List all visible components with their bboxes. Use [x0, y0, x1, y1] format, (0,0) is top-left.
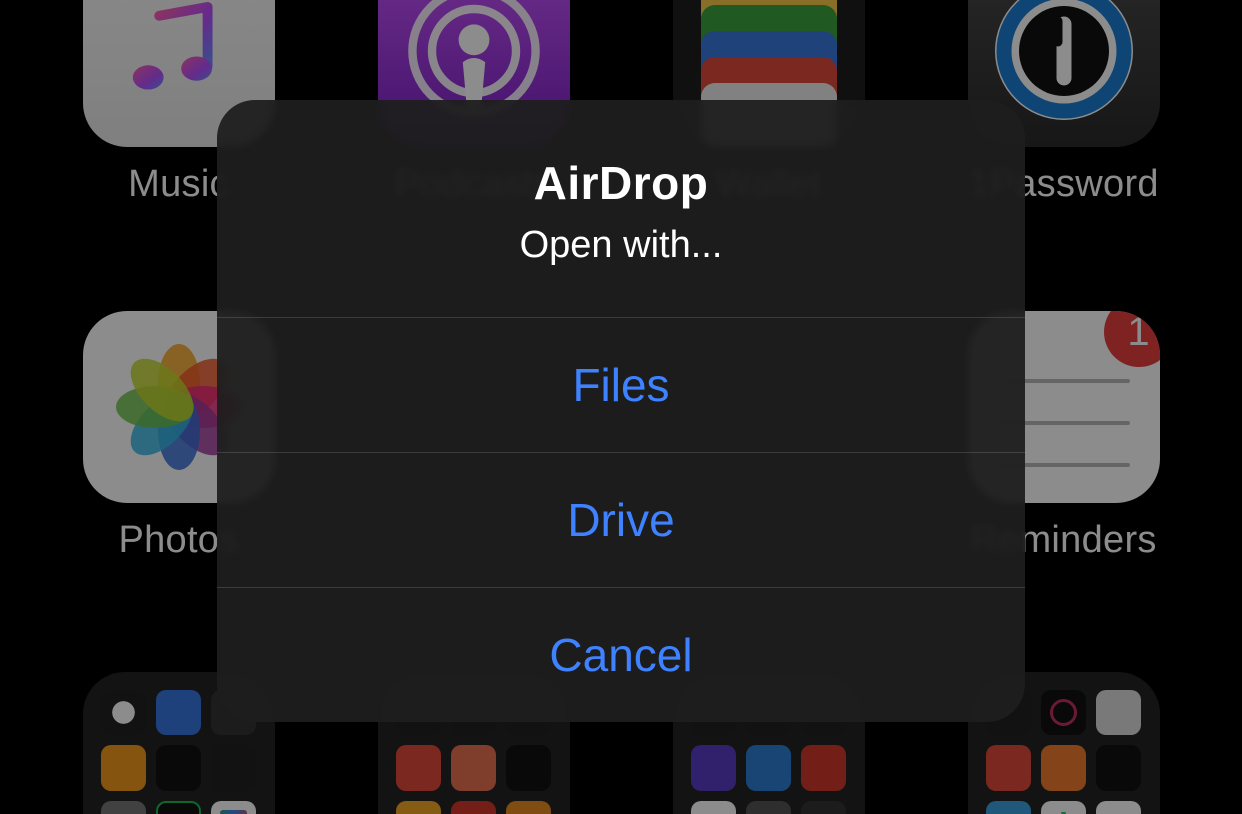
sheet-header: AirDrop Open with... — [217, 100, 1025, 317]
sheet-subtitle: Open with... — [237, 224, 1005, 267]
option-cancel[interactable]: Cancel — [217, 587, 1025, 722]
option-drive[interactable]: Drive — [217, 452, 1025, 587]
sheet-title: AirDrop — [237, 156, 1005, 210]
option-files[interactable]: Files — [217, 317, 1025, 452]
airdrop-open-with-sheet: AirDrop Open with... Files Drive Cancel — [217, 100, 1025, 722]
